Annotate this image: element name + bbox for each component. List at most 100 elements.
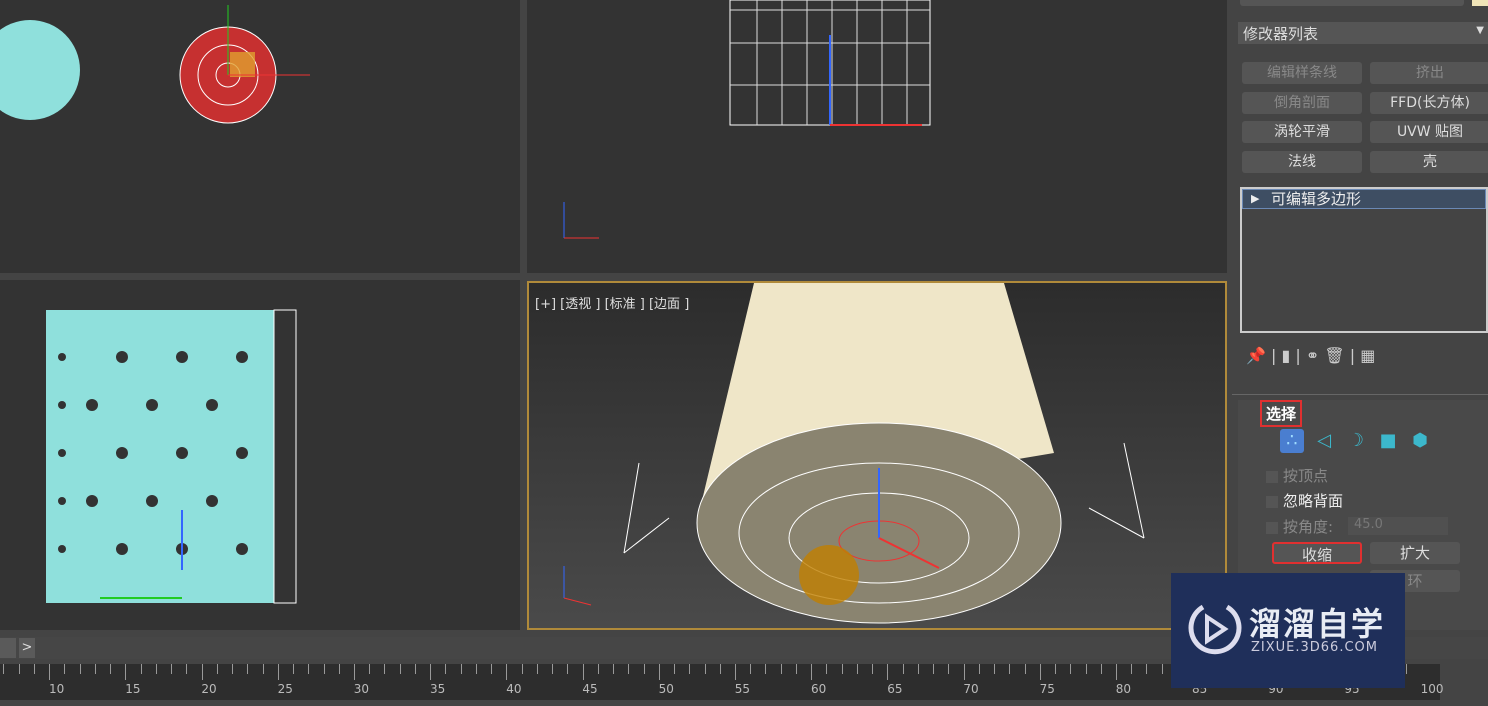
frame-tick-label: 25 [277,682,293,696]
stack-item-label: 可编辑多边形 [1271,190,1362,208]
frame-tick [1070,664,1072,674]
frame-tick [735,664,736,680]
modifier-button-uvw-map[interactable]: UVW 贴图 [1370,121,1488,143]
frame-tick [262,664,264,674]
frame-tick [79,664,81,674]
modifier-button-extrude[interactable]: 挤出 [1370,62,1488,84]
border-mode-icon[interactable]: ☽ [1344,429,1368,453]
viewport-perspective[interactable]: [+] [透视 ] [标准 ] [边面 ] [527,281,1227,630]
edge-mode-icon[interactable]: ◁ [1312,429,1336,453]
selection-rollout-title[interactable]: 选择 [1260,400,1303,427]
polygon-mode-icon[interactable]: ■ [1376,429,1400,453]
frame-tick [49,664,51,680]
frame-tick [64,664,66,674]
modifier-button-edit-spline[interactable]: 编辑样条线 [1242,62,1362,84]
viewport-top[interactable] [0,0,520,273]
vertex-mode-icon[interactable]: ∴ [1280,429,1304,453]
next-frame-button[interactable]: > [19,638,35,658]
frame-tick [750,664,752,674]
object-name-field[interactable] [1240,0,1464,6]
frame-tick [1024,664,1026,674]
ignore-backfacing-checkbox[interactable]: 忽略背面 [1266,490,1343,511]
frame-tick [536,664,538,674]
modifier-button-bevel-profile[interactable]: 倒角剖面 [1242,92,1362,114]
expand-triangle-icon[interactable]: ▶ [1251,190,1259,208]
play-logo-icon [1188,604,1242,655]
make-unique-icon[interactable]: ⚭ [1306,346,1319,365]
frame-tick [597,664,599,674]
frame-tick-label: 100 [1420,682,1444,696]
frame-tick-label: 80 [1115,682,1132,696]
dropdown-arrow-icon: ▼ [1476,25,1484,36]
configure-sets-icon[interactable]: ▦ [1360,346,1375,365]
frame-tick [460,664,462,674]
frame-tick-label: 75 [1039,682,1055,696]
frame-tick [201,664,203,680]
frame-tick [963,664,965,680]
frame-tick [1100,664,1102,674]
object-color-swatch[interactable] [1472,0,1488,6]
frame-tick-label: 10 [49,682,65,696]
frame-tick [902,664,904,674]
frame-tick [1055,664,1057,674]
frame-tick [613,664,615,674]
viewport-front[interactable] [527,0,1227,273]
frame-tick-label: 60 [811,682,827,696]
frame-tick [552,664,554,674]
frame-tick [247,664,249,674]
frame-tick [491,664,493,674]
shrink-button[interactable]: 收缩 [1272,542,1362,564]
by-vertex-checkbox[interactable]: 按顶点 [1266,465,1328,486]
grow-button[interactable]: 扩大 [1370,542,1460,564]
stack-item-editable-poly[interactable]: ▶ 可编辑多边形 [1242,189,1486,209]
frame-tick [293,664,295,674]
remove-modifier-icon[interactable]: 🗑 [1324,346,1344,365]
stack-toolbar: 📌 | ▮ | ⚭ 🗑 | ▦ [1246,346,1376,365]
frame-tick [856,664,858,674]
frame-tick [1405,664,1407,674]
modifier-list-dropdown[interactable]: 修改器列表 ▼ [1238,22,1488,44]
frame-tick [994,664,996,674]
frame-tick [323,664,325,674]
frame-tick [94,664,96,674]
modifier-button-ffd-box[interactable]: FFD(长方体) [1370,92,1488,114]
frame-tick-label: 65 [887,682,903,696]
top-view-geometry [0,5,310,124]
element-mode-icon[interactable]: ⬢ [1408,429,1432,453]
frame-tick [704,664,706,674]
viewport-label[interactable]: [+] [透视 ] [标准 ] [边面 ] [535,293,689,312]
frame-tick [582,664,584,680]
prev-frame-button[interactable] [0,638,16,658]
frame-tick [628,664,630,674]
frame-tick [719,664,721,674]
command-panel: 修改器列表 ▼ 编辑样条线 挤出 倒角剖面 FFD(长方体) 涡轮平滑 UVW … [1232,0,1488,630]
modifier-button-normal[interactable]: 法线 [1242,151,1362,173]
frame-tick [354,664,355,680]
by-angle-checkbox[interactable]: 按角度: [1266,516,1333,537]
frame-tick [399,664,401,674]
viewport-left[interactable] [0,280,520,630]
frame-tick [18,664,20,674]
frame-tick [506,664,508,680]
frame-tick [338,664,340,674]
frame-tick [3,664,5,674]
modifier-list-label: 修改器列表 [1243,25,1319,43]
frame-tick [1039,664,1041,680]
frame-tick [643,664,645,674]
divider [1232,394,1488,395]
frame-tick [780,664,782,674]
angle-spinner[interactable]: 45.0 [1348,517,1448,535]
front-view-geometry [563,0,931,239]
frame-tick [155,664,157,674]
frame-tick [1146,664,1148,674]
pin-stack-icon[interactable]: 📌 [1246,346,1266,365]
modifier-stack[interactable]: ▶ 可编辑多边形 [1240,187,1488,333]
modifier-button-shell[interactable]: 壳 [1370,151,1488,173]
frame-tick [384,664,386,674]
frame-tick-label: 15 [125,682,141,696]
watermark-logo: 溜溜自学 ZIXUE.3D66.COM [1171,573,1405,688]
frame-tick [369,664,371,674]
modifier-button-turbosmooth[interactable]: 涡轮平滑 [1242,121,1362,143]
frame-tick [1161,664,1163,674]
show-end-result-icon[interactable]: ▮ [1281,346,1290,365]
